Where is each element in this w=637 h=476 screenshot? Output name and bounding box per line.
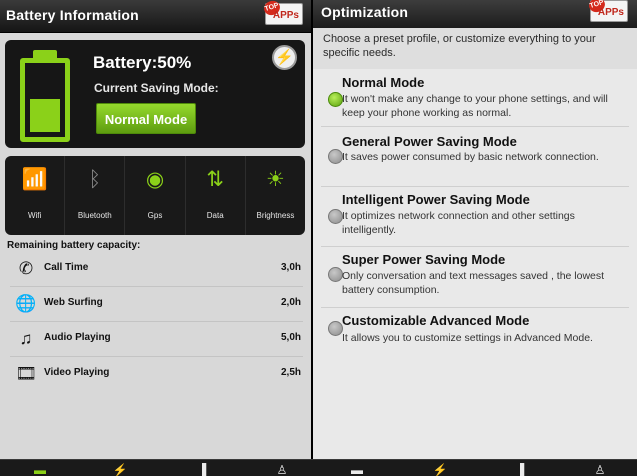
usage-row: 🎞 Video Playing 2,5h [0, 357, 311, 392]
top-apps-badge[interactable]: TOP APPs [262, 0, 303, 25]
music-note-icon: ♫ [19, 329, 33, 348]
mode-description: Only conversation and text messages save… [342, 270, 605, 296]
remaining-capacity-title: Remaining battery capacity: [7, 240, 141, 251]
top-apps-badge[interactable]: TOP APPs [587, 0, 628, 22]
mode-name: Customizable Advanced Mode [342, 313, 530, 328]
person-tab-icon[interactable]: ♙ [270, 460, 294, 476]
usage-name: Web Surfing [44, 297, 103, 308]
current-saving-mode-label: Current Saving Mode: [94, 81, 219, 95]
battery-info-header: Battery Information TOP APPs [0, 0, 311, 33]
mode-description: It saves power consumed by basic network… [342, 151, 599, 163]
apps-label: APPs [597, 7, 624, 18]
screen: Battery Information TOP APPs Battery:50%… [0, 0, 637, 476]
quick-toggles: 📶 Wifi ᛒ Bluetooth ◉ Gps ⇅ Data ☀ Brightness [5, 156, 305, 235]
usage-time: 5,0h [280, 332, 301, 343]
usage-row: ✆ Call Time 3,0h [0, 252, 311, 287]
toggle-brightness[interactable]: ☀ Brightness [246, 156, 305, 235]
bluetooth-icon: ᛒ [88, 168, 102, 191]
globe-icon: 🌐 [15, 294, 37, 313]
toggle-label: Gps [147, 211, 163, 220]
mode-name: General Power Saving Mode [342, 134, 517, 149]
usage-name: Call Time [44, 262, 89, 273]
phone-icon: ✆ [18, 259, 34, 278]
toggle-data[interactable]: ⇅ Data [186, 156, 246, 235]
charge-tab-icon[interactable]: ⚡ [108, 460, 132, 476]
usage-time: 2,0h [280, 297, 301, 308]
usage-row: ♫ Audio Playing 5,0h [0, 322, 311, 357]
mode-radio-button[interactable] [328, 321, 343, 336]
battery-tab-icon[interactable]: ▬ [28, 460, 52, 476]
toggle-wifi[interactable]: 📶 Wifi [5, 156, 66, 235]
gps-icon: ◉ [145, 168, 165, 191]
mode-radio-button[interactable] [328, 92, 343, 107]
battery-status-card: Battery:50% Current Saving Mode: Normal … [5, 40, 305, 148]
battery-level-icon [20, 50, 70, 142]
usage-row: 🌐 Web Surfing 2,0h [0, 287, 311, 322]
usage-name: Audio Playing [44, 332, 111, 343]
mode-option[interactable]: Normal Mode It won't make any change to y… [313, 72, 637, 127]
mode-radio-button[interactable] [328, 267, 343, 282]
toggle-bluetooth[interactable]: ᛒ Bluetooth [65, 156, 126, 235]
data-icon: ⇅ [206, 168, 225, 191]
optimization-panel: Optimization TOP APPs Choose a preset pr… [313, 0, 637, 476]
person-tab-icon-2[interactable]: ♙ [588, 460, 612, 476]
battery-information-panel: Battery Information TOP APPs Battery:50%… [0, 0, 311, 476]
film-reel-icon: 🎞 [15, 364, 37, 383]
charge-tab-icon-2[interactable]: ⚡ [428, 460, 452, 476]
mode-name: Normal Mode [342, 75, 425, 90]
page-title: Optimization [321, 4, 409, 20]
lightning-bolt-icon[interactable]: ⚡ [272, 45, 297, 70]
toggle-gps[interactable]: ◉ Gps [125, 156, 186, 235]
mode-option[interactable]: Super Power Saving Mode Only conversation… [313, 247, 637, 308]
stats-tab-icon[interactable]: ▐ [190, 460, 214, 476]
mode-option[interactable]: General Power Saving Mode It saves power … [313, 127, 637, 187]
mode-name: Intelligent Power Saving Mode [342, 192, 530, 207]
mode-radio-button[interactable] [328, 209, 343, 224]
intro-text: Choose a preset profile, or customize ev… [323, 33, 596, 59]
toggle-label: Bluetooth [77, 211, 112, 220]
battery-level-fill [30, 99, 60, 132]
stats-tab-icon-2[interactable]: ▐ [508, 460, 532, 476]
mode-radio-button[interactable] [328, 149, 343, 164]
usage-time: 2,5h [280, 367, 301, 378]
page-title: Battery Information [6, 7, 139, 23]
usage-time: 3,0h [280, 262, 301, 273]
battery-percentage: Battery:50% [93, 53, 192, 72]
mode-name: Super Power Saving Mode [342, 252, 506, 267]
bottom-tab-bar: ▬ ⚡ ▐ ♙ ▬ ⚡ ▐ ♙ [0, 459, 637, 476]
battery-tab-icon-2[interactable]: ▬ [345, 460, 369, 476]
brightness-icon: ☀ [266, 168, 285, 191]
current-mode-button[interactable]: Normal Mode [96, 103, 196, 134]
mode-description: It allows you to customize settings in A… [342, 332, 593, 344]
usage-name: Video Playing [44, 367, 110, 378]
wifi-icon: 📶 [21, 168, 48, 191]
mode-description: It won't make any change to your phone s… [342, 93, 608, 119]
toggle-label: Data [206, 211, 224, 220]
mode-description: It optimizes network connection and othe… [342, 210, 575, 236]
apps-label: APPs [272, 10, 299, 21]
mode-option[interactable]: Customizable Advanced Mode It allows you … [313, 308, 637, 353]
toggle-label: Brightness [256, 211, 295, 220]
toggle-label: Wifi [27, 211, 42, 220]
mode-option[interactable]: Intelligent Power Saving Mode It optimize… [313, 187, 637, 247]
